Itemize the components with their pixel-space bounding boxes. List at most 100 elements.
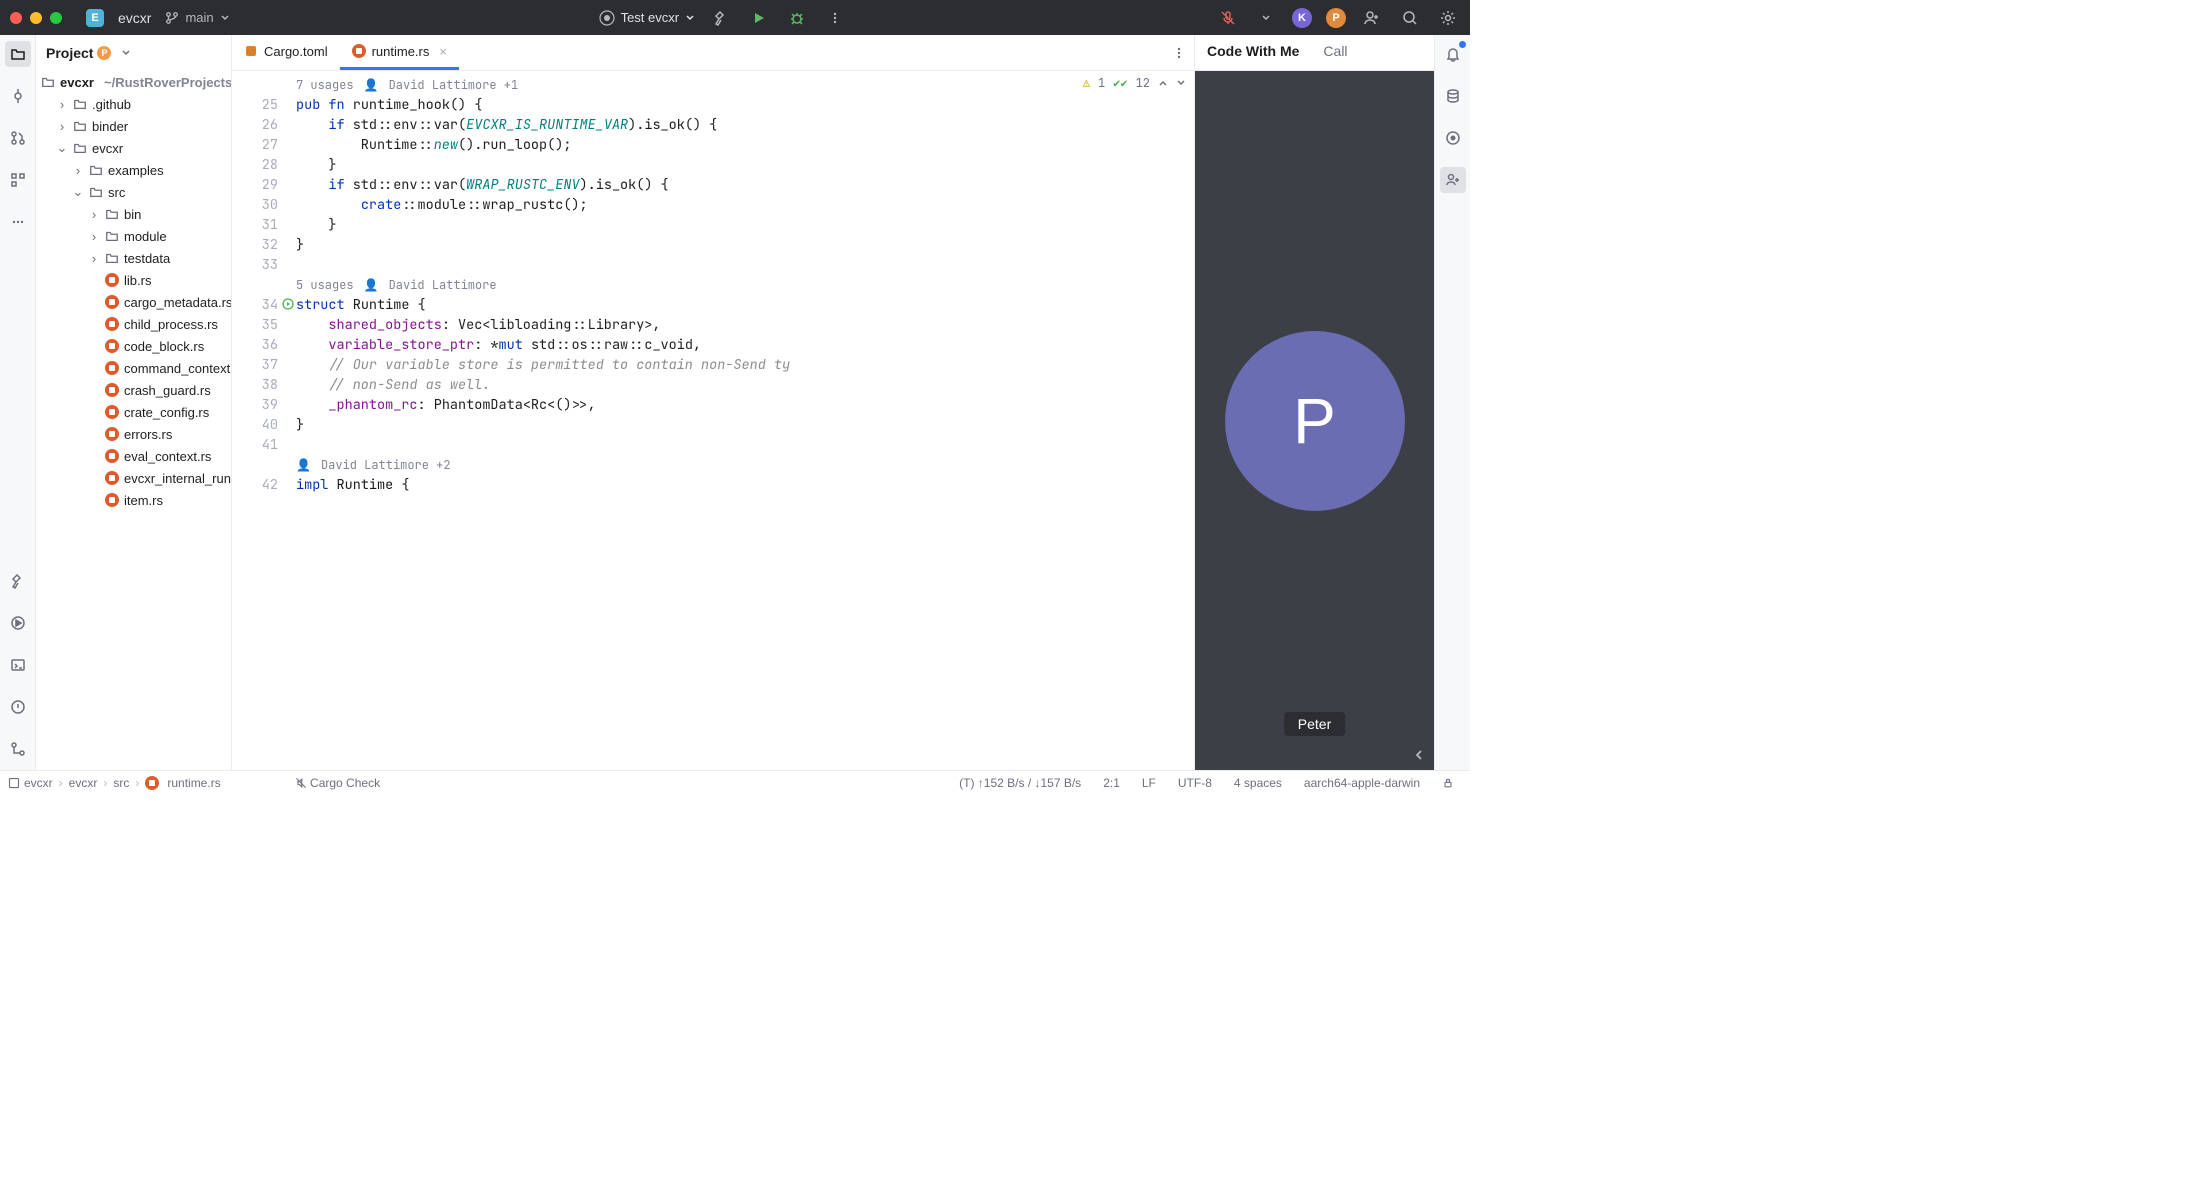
code-line[interactable]: } [296,215,1194,235]
tree-item-eval_context-rs[interactable]: eval_context.rs [36,445,231,467]
code-line[interactable]: } [296,235,1194,255]
cwm-tab-call[interactable]: Call [1311,35,1359,70]
caret-position[interactable]: 2:1 [1095,776,1128,790]
code-line[interactable]: if std::env::var(WRAP_RUSTC_ENV).is_ok()… [296,175,1194,195]
tree-item-errors-rs[interactable]: errors.rs [36,423,231,445]
breadcrumb[interactable]: src [113,776,129,790]
project-tool-button[interactable] [5,41,31,67]
code-area[interactable]: 7 usages👤David Lattimore +1pub fn runtim… [296,71,1194,770]
run-config-name: Test evcxr [621,10,680,25]
network-status[interactable]: (T) ↑152 B/s / ↓157 B/s [951,776,1089,790]
cargo-tool-button[interactable] [1440,125,1466,151]
commit-tool-button[interactable] [5,83,31,109]
tree-item-label: errors.rs [124,427,172,442]
tree-item-binder[interactable]: ›binder [36,115,231,137]
tree-item-cargo_metadata-rs[interactable]: cargo_metadata.rs [36,291,231,313]
tree-item-lib-rs[interactable]: lib.rs [36,269,231,291]
tree-item-examples[interactable]: ›examples [36,159,231,181]
add-user-button[interactable] [1360,6,1384,30]
tree-item-evcxr_internal_runtim[interactable]: evcxr_internal_runtim [36,467,231,489]
more-tool-button[interactable] [5,209,31,235]
run-tool-button[interactable] [5,610,31,636]
code-line[interactable]: pub fn runtime_hook() { [296,95,1194,115]
code-line[interactable]: } [296,415,1194,435]
database-tool-button[interactable] [1440,83,1466,109]
code-line[interactable]: // non-Send as well. [296,375,1194,395]
breadcrumb[interactable]: evcxr [69,776,98,790]
build-button[interactable] [709,6,733,30]
indent[interactable]: 4 spaces [1226,776,1290,790]
problems-tool-button[interactable] [5,694,31,720]
close-tab-button[interactable]: × [439,44,447,59]
tree-item-code_block-rs[interactable]: code_block.rs [36,335,231,357]
cwm-collapse-button[interactable] [1412,748,1426,762]
tree-item-src[interactable]: ⌄src [36,181,231,203]
cwm-tab-main[interactable]: Code With Me [1195,35,1311,70]
tree-item--github[interactable]: ›.github [36,93,231,115]
breadcrumb[interactable]: runtime.rs [145,776,220,790]
lock-status[interactable] [1434,777,1462,789]
run-configuration[interactable]: Test evcxr [599,10,696,26]
vcs-branch[interactable]: main [165,10,229,25]
pull-requests-tool-button[interactable] [5,125,31,151]
tree-item-testdata[interactable]: ›testdata [36,247,231,269]
more-run-button[interactable] [823,6,847,30]
editor-inspection-widget[interactable]: ⚠ 1 ✔✔ 12 [1083,75,1186,91]
code-line[interactable]: Runtime::new().run_loop(); [296,135,1194,155]
code-line[interactable]: impl Runtime { [296,475,1194,495]
cwm-tool-button[interactable] [1440,167,1466,193]
tree-item-bin[interactable]: ›bin [36,203,231,225]
run-button[interactable] [747,6,771,30]
tree-root[interactable]: evcxr ~/RustRoverProjects/ev [36,71,231,93]
code-line[interactable]: struct Runtime { [296,295,1194,315]
code-line[interactable]: variable_store_ptr: *mut std::os::raw::c… [296,335,1194,355]
avatar-p[interactable]: P [1326,8,1346,28]
code-line[interactable]: shared_objects: Vec<libloading::Library>… [296,315,1194,335]
code-line[interactable]: _phantom_rc: PhantomData<Rc<()>>, [296,395,1194,415]
avatar-k[interactable]: K [1292,8,1312,28]
code-line[interactable] [296,435,1194,455]
close-window-button[interactable] [10,12,22,24]
code-line[interactable]: } [296,155,1194,175]
target-triple[interactable]: aarch64-apple-darwin [1296,776,1428,790]
build-tool-button[interactable] [5,568,31,594]
code-inlay[interactable]: 👤David Lattimore +2 [296,455,1194,475]
code-inlay[interactable]: 7 usages👤David Lattimore +1 [296,75,1194,95]
project-panel-header[interactable]: Project P [36,35,231,71]
minimize-window-button[interactable] [30,12,42,24]
usages-hint: 5 usages [296,277,354,293]
code-inlay[interactable]: 5 usages👤David Lattimore [296,275,1194,295]
editor-body[interactable]: ⚠ 1 ✔✔ 12 252627282930313233343536373839… [232,71,1194,770]
tree-item-crate_config-rs[interactable]: crate_config.rs [36,401,231,423]
commit-icon [10,88,26,104]
project-name[interactable]: evcxr [118,10,151,26]
code-line[interactable]: crate::module::wrap_rustc(); [296,195,1194,215]
encoding[interactable]: UTF-8 [1170,776,1220,790]
tree-item-crash_guard-rs[interactable]: crash_guard.rs [36,379,231,401]
tree-item-evcxr[interactable]: ⌄evcxr [36,137,231,159]
tree-item-child_process-rs[interactable]: child_process.rs [36,313,231,335]
debug-button[interactable] [785,6,809,30]
notifications-button[interactable] [1440,41,1466,67]
editor-tabs-menu[interactable] [1164,35,1194,70]
mic-mute-button[interactable] [1216,6,1240,30]
editor-tab-Cargo-toml[interactable]: Cargo.toml [232,35,340,70]
vcs-tool-button[interactable] [5,736,31,762]
settings-button[interactable] [1436,6,1460,30]
structure-tool-button[interactable] [5,167,31,193]
cargo-check-status[interactable]: Cargo Check [287,776,388,790]
cwm-dropdown[interactable] [1254,6,1278,30]
line-separator[interactable]: LF [1134,776,1164,790]
editor-tab-runtime-rs[interactable]: runtime.rs× [340,35,459,70]
maximize-window-button[interactable] [50,12,62,24]
code-line[interactable]: if std::env::var(EVCXR_IS_RUNTIME_VAR).i… [296,115,1194,135]
tree-item-command_context-rs[interactable]: command_context.rs [36,357,231,379]
breadcrumb[interactable]: evcxr [8,776,53,790]
search-everywhere-button[interactable] [1398,6,1422,30]
tree-item-item-rs[interactable]: item.rs [36,489,231,511]
tree-item-module[interactable]: ›module [36,225,231,247]
run-gutter-icon[interactable] [282,298,294,310]
code-line[interactable] [296,255,1194,275]
code-line[interactable]: // Our variable store is permitted to co… [296,355,1194,375]
terminal-tool-button[interactable] [5,652,31,678]
